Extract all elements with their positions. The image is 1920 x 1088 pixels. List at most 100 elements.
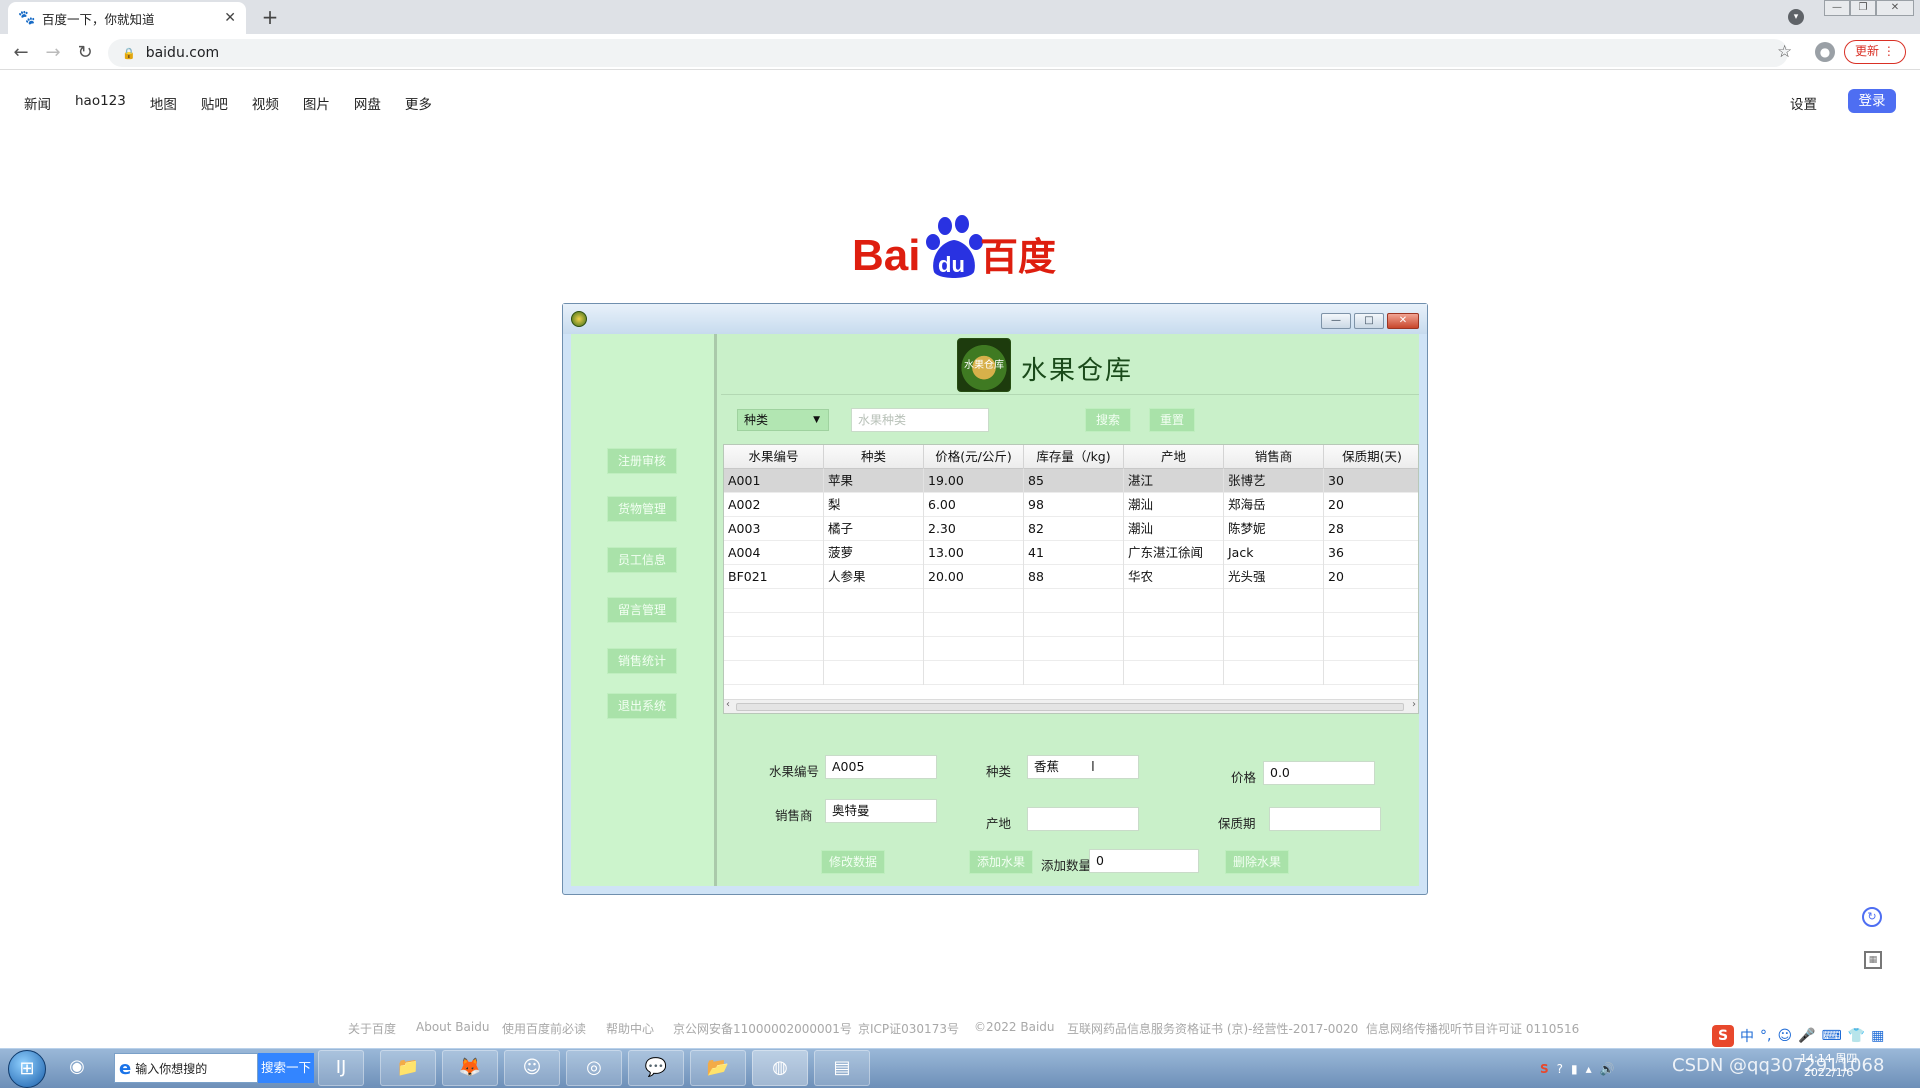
scroll-right-icon[interactable]: › [1412,699,1416,710]
app-maximize-button[interactable]: □ [1354,313,1384,329]
goods-management-button[interactable]: 货物管理 [607,496,677,522]
table-cell[interactable] [824,637,924,661]
exit-system-button[interactable]: 退出系统 [607,693,677,719]
start-button[interactable]: ⊞ [8,1050,46,1088]
table-cell[interactable]: 苹果 [824,469,924,493]
sogou-icon[interactable]: S [1712,1025,1734,1047]
app-close-button[interactable]: ✕ [1387,313,1419,329]
table-cell[interactable] [924,637,1024,661]
table-cell[interactable] [924,661,1024,685]
register-review-button[interactable]: 注册审核 [607,448,677,474]
app-launcher-icon[interactable]: ◉ [54,1050,100,1086]
table-cell[interactable] [1224,661,1324,685]
fruit-warehouse-taskbar-icon[interactable]: ◍ [752,1050,808,1086]
tab-search-icon[interactable]: ▾ [1788,9,1804,25]
price-input[interactable]: 0.0 [1263,761,1375,785]
footer-link-about[interactable]: 关于百度 [348,1020,396,1037]
table-cell[interactable]: 20.00 [924,565,1024,589]
sales-statistics-button[interactable]: 销售统计 [607,648,677,674]
app-minimize-button[interactable]: — [1321,313,1351,329]
table-cell[interactable] [924,589,1024,613]
table-cell[interactable] [1124,613,1224,637]
search-button[interactable]: 搜索 [1085,408,1131,432]
footer-drug-license[interactable]: 互联网药品信息服务资格证书 (京)-经营性-2017-0020 [1067,1020,1358,1037]
footer-link-help[interactable]: 帮助中心 [606,1020,654,1037]
new-tab-button[interactable]: + [258,6,282,30]
table-cell[interactable] [824,613,924,637]
table-cell[interactable] [924,613,1024,637]
table-cell[interactable] [1224,637,1324,661]
table-cell[interactable]: 湛江 [1124,469,1224,493]
table-cell[interactable]: 82 [1024,517,1124,541]
table-row[interactable]: A003 橘子 2.30 82 潮汕 陈梦妮 28 [724,517,1418,541]
table-row[interactable] [724,589,1418,613]
table-cell[interactable] [1024,637,1124,661]
footer-av-license[interactable]: 信息网络传播视听节目许可证 0110516 [1366,1020,1579,1037]
column-header[interactable]: 保质期(天) [1324,445,1418,469]
settings-link[interactable]: 设置 [1790,93,1817,113]
sogou-tray-icon[interactable]: S [1540,1062,1549,1076]
intellij-idea-icon[interactable]: IJ [318,1050,364,1086]
grid-menu-icon[interactable]: ▦ [1871,1028,1884,1044]
column-header[interactable]: 种类 [824,445,924,469]
table-cell[interactable]: 41 [1024,541,1124,565]
table-row[interactable]: BF021 人参果 20.00 88 华农 光头强 20 [724,565,1418,589]
fruit-id-input[interactable]: A005 [825,755,937,779]
table-cell[interactable]: 98 [1024,493,1124,517]
punctuation-icon[interactable]: °, [1760,1028,1771,1044]
refresh-float-icon[interactable]: ↻ [1862,907,1882,927]
ime-mode-label[interactable]: 中 [1740,1026,1754,1046]
volume-icon[interactable]: 🔊 [1600,1062,1615,1076]
system-clock[interactable]: 14:14 周四 2022/1/6 [1800,1052,1857,1080]
table-cell[interactable] [1124,637,1224,661]
delete-fruit-button[interactable]: 删除水果 [1225,850,1289,874]
column-header[interactable]: 销售商 [1224,445,1324,469]
add-quantity-input[interactable]: 0 [1089,849,1199,873]
table-cell[interactable]: 郑海岳 [1224,493,1324,517]
footer-icp[interactable]: 京ICP证030173号 [858,1020,959,1037]
table-cell[interactable]: A002 [724,493,824,517]
forward-icon[interactable]: → [42,42,64,63]
restore-window-button[interactable]: ❐ [1850,0,1876,16]
fruit-type-search-input[interactable]: 水果种类 [851,408,989,432]
table-row[interactable]: A002 梨 6.00 98 潮汕 郑海岳 20 [724,493,1418,517]
origin-input[interactable] [1027,807,1139,831]
browser-tab[interactable]: 🐾 百度一下，你就知道 ✕ [8,2,246,34]
table-cell[interactable] [1124,589,1224,613]
table-cell[interactable]: 20 [1324,565,1418,589]
network-icon[interactable]: ▴ [1586,1062,1592,1076]
table-row[interactable] [724,637,1418,661]
table-cell[interactable]: 人参果 [824,565,924,589]
table-cell[interactable] [724,637,824,661]
bookmark-star-icon[interactable]: ☆ [1777,42,1792,62]
reload-icon[interactable]: ↻ [74,42,96,63]
reset-button[interactable]: 重置 [1149,408,1195,432]
table-cell[interactable]: 88 [1024,565,1124,589]
table-cell[interactable]: 华农 [1124,565,1224,589]
table-cell[interactable]: 光头强 [1224,565,1324,589]
nav-link-netdisk[interactable]: 网盘 [354,93,381,113]
horizontal-scrollbar[interactable]: ‹ › [724,699,1418,713]
table-cell[interactable]: 潮汕 [1124,517,1224,541]
window-titlebar[interactable] [563,304,1427,334]
taskbar-search-input[interactable]: e 输入你想搜的 [114,1053,258,1083]
folder-icon[interactable]: 📂 [690,1050,746,1086]
column-header[interactable]: 价格(元/公斤) [924,445,1024,469]
table-cell[interactable] [1324,637,1418,661]
table-cell[interactable] [1324,613,1418,637]
table-cell[interactable] [1224,613,1324,637]
table-row[interactable]: A004 菠萝 13.00 41 广东湛江徐闻 Jack 36 [724,541,1418,565]
table-cell[interactable]: 30 [1324,469,1418,493]
table-cell[interactable] [1324,589,1418,613]
table-cell[interactable]: A004 [724,541,824,565]
table-row[interactable] [724,613,1418,637]
table-row[interactable] [724,661,1418,685]
keyboard-icon[interactable]: ⌨ [1822,1028,1842,1044]
table-cell[interactable]: 19.00 [924,469,1024,493]
table-row[interactable]: A001 苹果 19.00 85 湛江 张博艺 30 [724,469,1418,493]
footer-police-record[interactable]: 京公网安备11000002000001号 [673,1020,852,1037]
battery-icon[interactable]: ▮ [1571,1062,1578,1076]
column-header[interactable]: 产地 [1124,445,1224,469]
login-button[interactable]: 登录 [1848,89,1896,113]
add-fruit-button[interactable]: 添加水果 [969,850,1033,874]
